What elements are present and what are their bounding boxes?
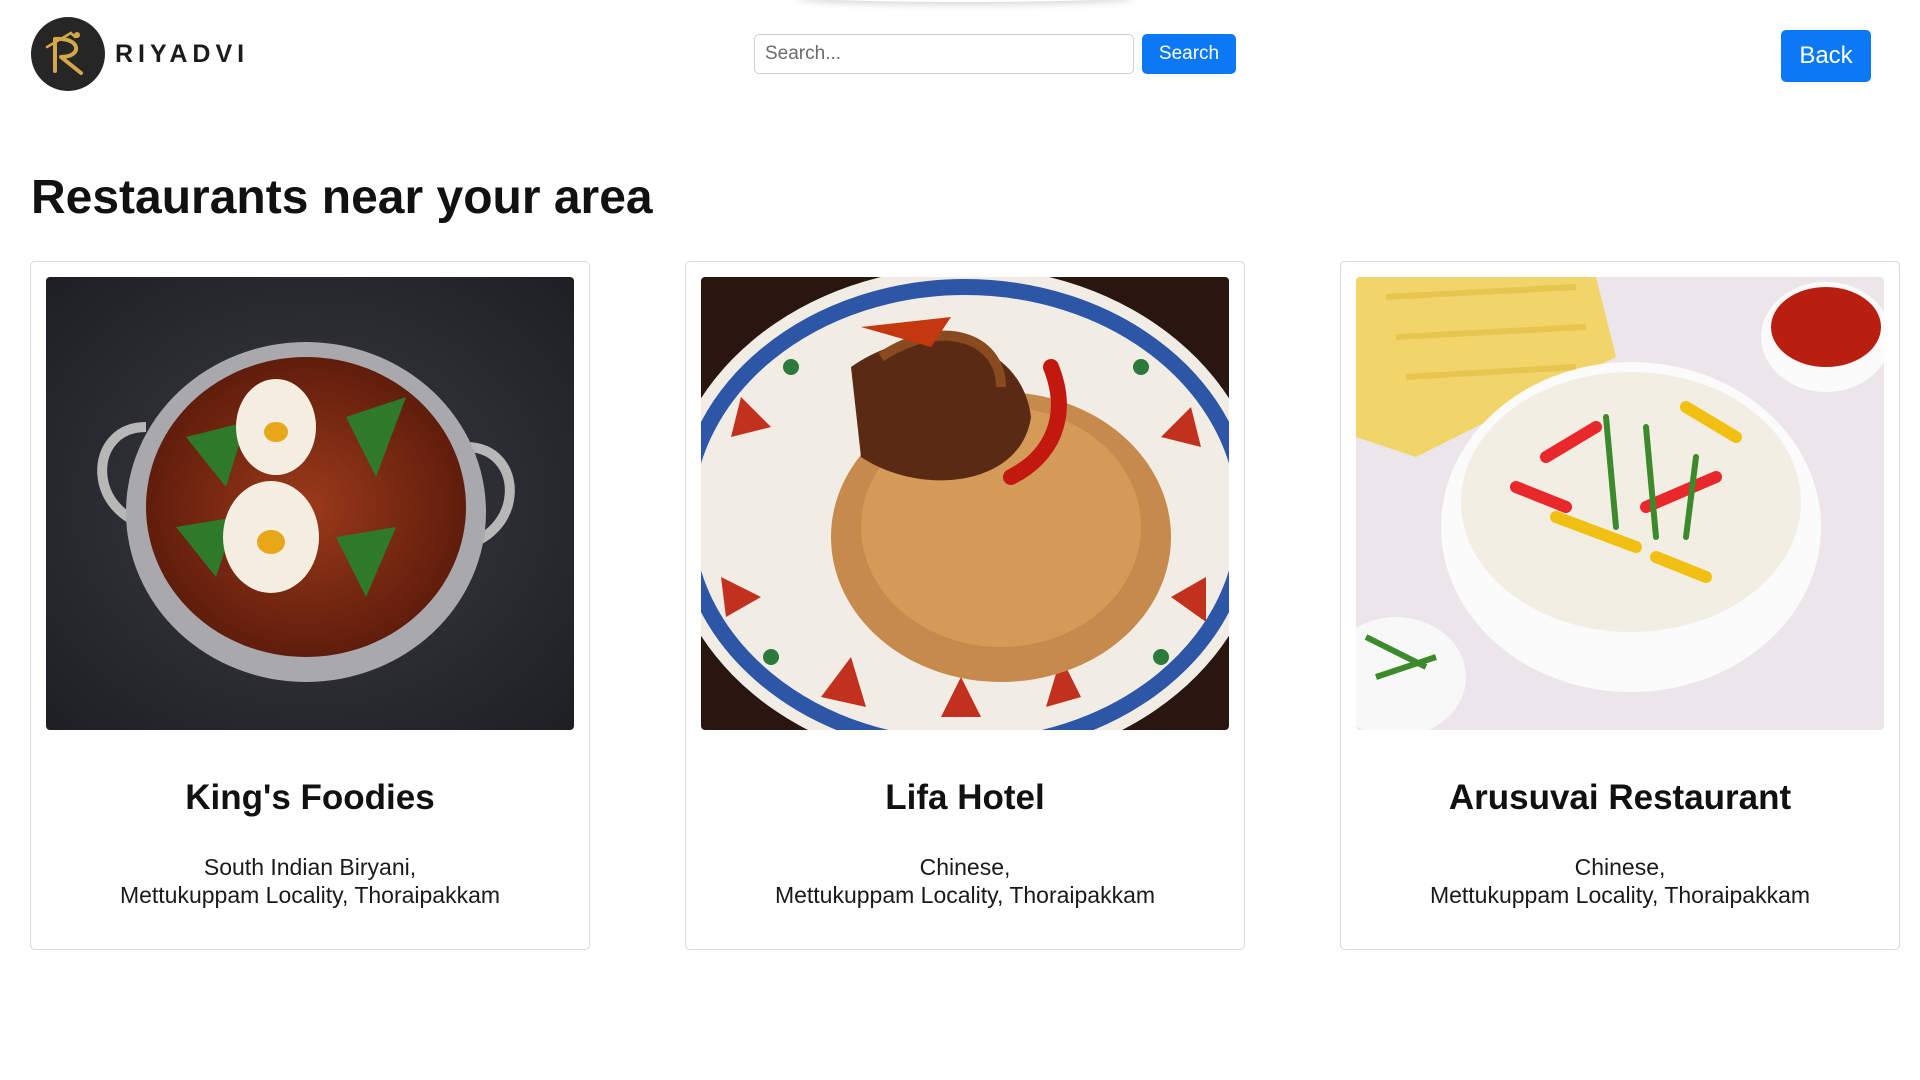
restaurant-card[interactable]: Arusuvai Restaurant Chinese, Mettukuppam… xyxy=(1340,261,1900,950)
site-header: RIYADVI Search Back xyxy=(0,0,1920,110)
search-button[interactable]: Search xyxy=(1142,34,1236,74)
brand-name: RIYADVI xyxy=(115,39,250,68)
restaurant-address: Mettukuppam Locality, Thoraipakkam xyxy=(774,882,1156,908)
brand[interactable]: RIYADVI xyxy=(31,17,249,91)
page-title: Restaurants near your area xyxy=(31,171,653,224)
restaurant-name[interactable]: Arusuvai Restaurant xyxy=(1341,778,1899,818)
riyadvi-logo-icon xyxy=(31,17,105,91)
back-button[interactable]: Back xyxy=(1781,30,1871,82)
search-bar: Search xyxy=(754,34,1236,74)
restaurant-name[interactable]: King's Foodies xyxy=(31,778,589,818)
restaurant-card[interactable]: King's Foodies South Indian Biryani, Met… xyxy=(30,261,590,950)
restaurant-list: King's Foodies South Indian Biryani, Met… xyxy=(30,261,1900,950)
restaurant-cuisine: Chinese, xyxy=(919,854,1011,880)
restaurant-name[interactable]: Lifa Hotel xyxy=(686,778,1244,818)
restaurant-card[interactable]: Lifa Hotel Chinese, Mettukuppam Locality… xyxy=(685,261,1245,950)
restaurant-address: Mettukuppam Locality, Thoraipakkam xyxy=(119,882,501,908)
restaurant-cuisine: Chinese, xyxy=(1574,854,1666,880)
restaurant-image xyxy=(1356,277,1884,730)
search-input[interactable] xyxy=(754,34,1134,74)
restaurant-image xyxy=(701,277,1229,730)
restaurant-cuisine: South Indian Biryani, xyxy=(203,854,417,880)
restaurant-address: Mettukuppam Locality, Thoraipakkam xyxy=(1429,882,1811,908)
restaurant-image xyxy=(46,277,574,730)
